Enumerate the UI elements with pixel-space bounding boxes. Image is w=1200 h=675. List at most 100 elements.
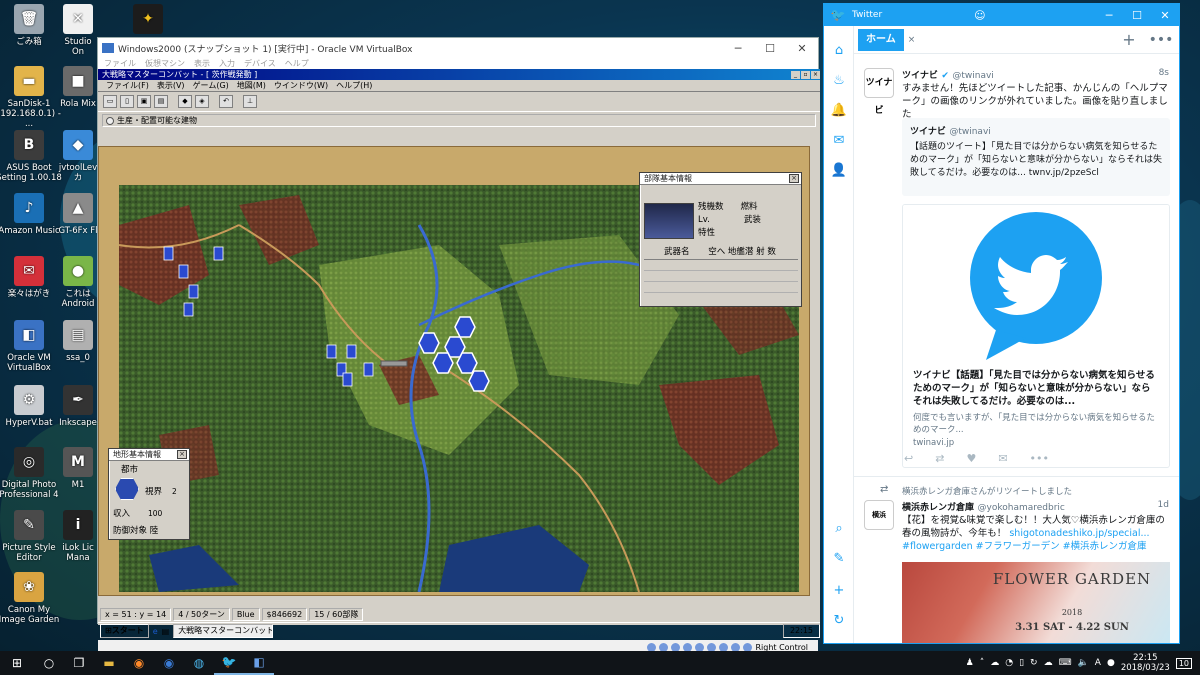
explore-icon[interactable]: ♨ — [830, 72, 848, 90]
add-column-icon[interactable]: + — [1115, 30, 1143, 49]
unit-marker[interactable] — [183, 302, 194, 317]
firefox-nightly-icon[interactable]: ◉ — [154, 651, 184, 675]
desktop-icon[interactable]: ✎ Picture Style Editor — [0, 510, 64, 563]
vbox-menu-item[interactable]: 表示 — [194, 58, 210, 69]
tweet-hashtags[interactable]: #flowergarden #フラワーガーデン #横浜赤レンガ倉庫 — [902, 540, 1170, 553]
tweet-link[interactable]: shigotonadeshiko.jp/special... — [1009, 528, 1149, 539]
avatar[interactable]: 横浜 — [864, 500, 894, 530]
city-hex[interactable] — [456, 352, 478, 374]
unit-marker[interactable] — [213, 246, 224, 261]
tweet-author-handle[interactable]: @twinavi — [952, 71, 993, 81]
info-tool-icon[interactable]: ▯ — [120, 95, 134, 108]
desktop-icon[interactable]: ✕ Studio On — [58, 4, 98, 57]
tweet-author-handle[interactable]: @yokohamaredbric — [978, 503, 1065, 513]
chevron-up-icon[interactable]: ˄ — [980, 658, 985, 668]
sync-icon[interactable]: ↻ — [1030, 658, 1038, 668]
desktop-icon[interactable]: ◆ jvtoolLev カ — [58, 130, 98, 183]
ime-icon[interactable]: ● — [1107, 658, 1115, 668]
city-hex[interactable] — [432, 352, 454, 374]
messages-icon[interactable]: ✉ — [830, 132, 848, 150]
desktop-icon[interactable]: 🗑 ごみ箱 — [0, 4, 64, 47]
desktop-icon[interactable]: ✦ — [128, 4, 168, 37]
avatar[interactable]: ツイナビ — [864, 68, 894, 116]
twitter-close-icon[interactable]: ✕ — [1151, 9, 1179, 22]
reply-icon[interactable]: ↩ — [904, 452, 913, 465]
battery-icon[interactable]: ▯ — [1019, 658, 1024, 668]
keyboard-icon[interactable]: ⌨ — [1059, 658, 1072, 668]
like-icon[interactable]: ♥ — [966, 452, 976, 465]
unit-panel-close-icon[interactable]: × — [789, 174, 799, 183]
tweet[interactable]: ツイナビ ツイナビ ✔ @twinavi 8s すみません！先ほどツイートした記… — [854, 54, 1179, 474]
ime-mode-icon[interactable]: A — [1095, 658, 1101, 668]
desktop-icon[interactable]: ❀ Canon My Image Garden — [0, 572, 64, 625]
game-titlebar[interactable]: 大戦略マスターコンバット - [ 茨作戦発動 ] _ ▫ × — [98, 69, 820, 80]
refresh-icon[interactable]: ↻ — [830, 612, 848, 630]
twitter-titlebar[interactable]: 🐦 Twitter ☺ ─ ☐ ✕ — [824, 4, 1179, 26]
guest-task-button[interactable]: 大戦略マスターコンバット... — [173, 624, 274, 638]
tweet-time[interactable]: 1d — [1158, 500, 1169, 510]
search-icon[interactable]: ⌕ — [830, 520, 848, 538]
more-icon[interactable]: ••• — [1143, 32, 1179, 48]
browser-icon[interactable]: ◍ — [184, 651, 214, 675]
tweet-author-name[interactable]: 横浜赤レンガ倉庫 — [902, 503, 974, 513]
cloud-icon[interactable]: ☁ — [1044, 658, 1053, 668]
desktop-icon[interactable]: ▬ SanDisk-1 (192.168.0.1) - ... — [0, 66, 64, 129]
desktop-icon[interactable]: i iLok Lic Mana — [58, 510, 98, 563]
attack-tool-icon[interactable]: ◈ — [195, 95, 209, 108]
desktop-icon[interactable]: ● これは Android — [58, 256, 98, 309]
terrain-panel-close-icon[interactable]: × — [177, 450, 187, 459]
tweet-more-icon[interactable]: ••• — [1030, 452, 1049, 465]
vbox-menu-item[interactable]: 入力 — [219, 58, 235, 69]
guest-start-button[interactable]: ⊞スタート — [100, 624, 149, 638]
close-icon[interactable]: ✕ — [786, 42, 818, 55]
feedback-smile-icon[interactable]: ☺ — [974, 9, 985, 22]
retweet-icon[interactable]: ⇄ — [935, 452, 944, 465]
twitter-minimize-icon[interactable]: ─ — [1095, 9, 1123, 22]
maximize-icon[interactable]: ☐ — [754, 42, 786, 55]
virtualbox-titlebar[interactable]: Windows2000 (スナップショット 1) [実行中] - Oracle … — [98, 38, 818, 58]
unit-marker[interactable] — [188, 284, 199, 299]
desktop-icon[interactable]: ◎ Digital Photo Professional 4 — [0, 447, 64, 500]
direct-message-icon[interactable]: ✉ — [998, 452, 1007, 465]
tweet-image[interactable]: FLOWER GARDEN 2018 3.31 SAT - 4.22 SUN — [902, 562, 1170, 643]
file-explorer-icon[interactable]: ▬ — [94, 651, 124, 675]
explorer-icon[interactable]: ▤ — [162, 627, 170, 636]
twitter-maximize-icon[interactable]: ☐ — [1123, 9, 1151, 22]
retweeted-by[interactable]: 横浜赤レンガ倉庫さんがリツイートしました — [902, 485, 1072, 497]
game-menu-item[interactable]: ファイル(F) — [106, 80, 149, 91]
wifi-icon[interactable]: ◔ — [1005, 658, 1013, 668]
deploy-tool-icon[interactable]: ▤ — [154, 95, 168, 108]
desktop-icon[interactable]: ✉ 楽々はがき — [0, 256, 64, 299]
tab-close-icon[interactable]: × — [908, 35, 916, 45]
vbox-menu-item[interactable]: ヘルプ — [285, 58, 309, 69]
city-hex[interactable] — [468, 370, 490, 392]
game-menu-item[interactable]: ゲーム(G) — [193, 80, 229, 91]
link-card[interactable]: ツイナビ【話題】「見た目では分からない病気を知らせるためのマーク」が「知らないと… — [902, 204, 1170, 468]
game-menu-item[interactable]: 地図(M) — [237, 80, 266, 91]
desktop-icon[interactable]: ■ Rola Mix — [58, 66, 98, 109]
tab-home[interactable]: ホーム — [858, 28, 904, 51]
game-menu-item[interactable]: 表示(V) — [157, 80, 185, 91]
game-minimize-icon[interactable]: _ — [791, 70, 800, 79]
desktop-icon[interactable]: ◧ Oracle VM VirtualBox — [0, 320, 64, 373]
virtualbox-taskbar-icon[interactable]: ◧ — [244, 651, 274, 675]
quoted-tweet[interactable]: ツイナビ @twinavi 【話題のツイート】「見た目では分からない病気を知らせ… — [902, 118, 1170, 196]
game-close-icon[interactable]: × — [811, 70, 820, 79]
unit-marker[interactable] — [363, 362, 374, 377]
unit-marker[interactable] — [346, 344, 357, 359]
desktop-icon[interactable]: ▲ GT-6Fx Fl — [58, 193, 98, 236]
home-icon[interactable]: ⌂ — [830, 42, 848, 60]
onedrive-icon[interactable]: ☁ — [990, 658, 999, 668]
game-menu-item[interactable]: ウインドウ(W) — [274, 80, 328, 91]
move-tool-icon[interactable]: ◆ — [178, 95, 192, 108]
cortana-icon[interactable]: ○ — [34, 651, 64, 675]
game-menu-item[interactable]: ヘルプ(H) — [336, 80, 372, 91]
notifications-icon[interactable]: 🔔 — [830, 102, 848, 120]
undo-tool-icon[interactable]: ↶ — [219, 95, 233, 108]
unit-marker[interactable] — [178, 264, 189, 279]
start-button[interactable]: ⊞ — [0, 651, 34, 675]
tweet-author-name[interactable]: ツイナビ — [902, 71, 938, 81]
clock[interactable]: 22:15 2018/03/23 — [1121, 653, 1170, 673]
unit-marker[interactable] — [163, 246, 174, 261]
guest-screen[interactable]: 大戦略マスターコンバット - [ 茨作戦発動 ] _ ▫ × ファイル(F) 表示… — [98, 69, 820, 654]
